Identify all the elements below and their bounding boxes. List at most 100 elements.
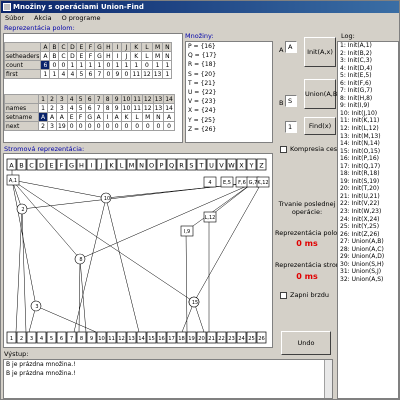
log-list[interactable]: 1: Init(A,1) 2: Init(B,2) 3: Init(C,3) 4: I… [337,41,399,399]
b-input[interactable]: S [285,95,297,107]
menu-o-programe[interactable]: O programe [62,13,101,23]
table-cell[interactable]: 1 [49,69,60,79]
table-cell[interactable]: 1 [162,69,173,79]
log-item[interactable]: 1: Init(A,1) [340,42,398,50]
table-cell[interactable]: A [40,51,51,61]
set-item[interactable]: T = {21} [188,79,272,88]
log-item[interactable]: 22: Init(V,22) [340,200,398,208]
table-cell[interactable]: 1 [162,60,173,70]
table-cell[interactable]: 4 [66,103,77,113]
table-cell[interactable]: 3 [47,121,57,131]
table-cell[interactable]: 0 [120,121,133,131]
table-cell[interactable]: 8 [102,103,113,113]
log-item[interactable]: 3: Init(C,3) [340,57,398,65]
log-item[interactable]: 18: Init(R,18) [340,170,398,178]
table-cell[interactable]: 5 [76,69,87,79]
table-cell[interactable]: 19 [56,121,68,131]
log-item[interactable]: 10: Init(J,10) [340,110,398,118]
find-button[interactable]: Find(x) [304,117,336,135]
table-cell[interactable]: 1 [38,103,48,113]
table-cell[interactable]: 1 [130,60,143,70]
table-cell[interactable]: F [85,51,96,61]
set-item[interactable]: Z = {26} [188,125,272,134]
table-cell[interactable]: 0 [121,69,132,79]
table-cell[interactable]: 0 [84,121,95,131]
table-cell[interactable]: 11 [130,69,143,79]
table-cell[interactable]: 6 [84,103,95,113]
table-cell[interactable]: 13 [151,69,164,79]
log-item[interactable]: 14: Init(N,14) [340,140,398,148]
table-cell[interactable]: 9 [111,103,122,113]
set-item[interactable]: P = {16} [188,42,272,51]
log-item[interactable]: 6: Init(F,6) [340,80,398,88]
table-cell[interactable]: D [67,51,78,61]
table-cell[interactable]: 1 [94,60,105,70]
log-item[interactable]: 23: Init(W,23) [340,208,398,216]
log-item[interactable]: 28: Union(A,C) [340,246,398,254]
log-item[interactable]: 24: Init(X,24) [340,216,398,224]
table-cell[interactable]: N [162,51,173,61]
table-cell[interactable]: 0 [49,60,60,70]
table-cell[interactable]: N [152,112,165,122]
set-item[interactable]: Y = {25} [188,116,272,125]
table-cell[interactable]: K [130,51,143,61]
table-cell[interactable]: 10 [120,103,133,113]
table-cell[interactable]: 1 [67,60,78,70]
table-cell[interactable]: G [94,51,105,61]
log-item[interactable]: 12: Init(L,12) [340,125,398,133]
table-cell[interactable]: 1 [40,69,51,79]
log-item[interactable]: 13: Init(M,13) [340,133,398,141]
table-cell[interactable]: A [111,112,122,122]
table-cell[interactable]: 4 [67,69,78,79]
log-item[interactable]: 20: Init(T,20) [340,185,398,193]
table-cell[interactable]: 0 [111,121,122,131]
table-cell[interactable]: 0 [152,121,165,131]
set-item[interactable]: V = {23} [188,97,272,106]
log-item[interactable]: 7: Init(G,7) [340,87,398,95]
log-item[interactable]: 30: Union(S,H) [340,261,398,269]
output-scrollbar[interactable] [324,360,332,398]
table-cell[interactable]: 12 [141,103,154,113]
table-cell[interactable]: A [163,112,175,122]
compress-checkbox[interactable] [280,146,287,153]
table-cell[interactable]: 2 [47,103,57,113]
table-cell[interactable]: 1 [112,60,123,70]
init-button[interactable]: Init(A,x) [304,37,336,67]
table-cell[interactable]: 11 [131,103,143,113]
set-item[interactable]: R = {18} [188,60,272,69]
log-item[interactable]: 21: Init(U,21) [340,193,398,201]
table-cell[interactable]: L [131,112,143,122]
table-cell[interactable]: M [151,51,164,61]
table-cell[interactable]: H [103,51,114,61]
log-item[interactable]: 17: Init(Q,17) [340,163,398,171]
table-cell[interactable]: B [49,51,60,61]
table-cell[interactable]: 0 [93,121,104,131]
table-cell[interactable]: I [112,51,123,61]
table-cell[interactable]: 0 [141,121,154,131]
table-cell[interactable]: C [58,51,69,61]
table-cell[interactable]: 3 [56,103,68,113]
table-cell[interactable]: 0 [141,60,153,70]
table-cell[interactable]: A [93,112,104,122]
log-item[interactable]: 25: Init(Y,25) [340,223,398,231]
log-item[interactable]: 2: Init(B,2) [340,50,398,58]
table-cell[interactable]: E [66,112,77,122]
delay-checkbox[interactable] [280,292,287,299]
table-cell[interactable]: 0 [131,121,143,131]
table-cell[interactable]: A [56,112,68,122]
table-cell[interactable]: 12 [141,69,153,79]
table-cell[interactable]: J [121,51,132,61]
table-cell[interactable]: 0 [103,69,114,79]
table-cell[interactable]: L [141,51,153,61]
set-item[interactable]: X = {24} [188,106,272,115]
log-item[interactable]: 5: Init(E,5) [340,72,398,80]
sets-list[interactable]: P = {16} Q = {17} R = {18} S = {20} T = {21}… [185,41,273,143]
log-item[interactable]: 27: Union(A,B) [340,238,398,246]
log-item[interactable]: 16: Init(P,16) [340,155,398,163]
table-cell[interactable]: 1 [76,60,87,70]
table-cell[interactable]: 6 [40,60,51,70]
log-item[interactable]: 11: Init(K,11) [340,117,398,125]
table-cell[interactable]: 7 [93,103,104,113]
table-cell[interactable]: 0 [66,121,77,131]
log-item[interactable]: 32: Union(A,S) [340,276,398,284]
